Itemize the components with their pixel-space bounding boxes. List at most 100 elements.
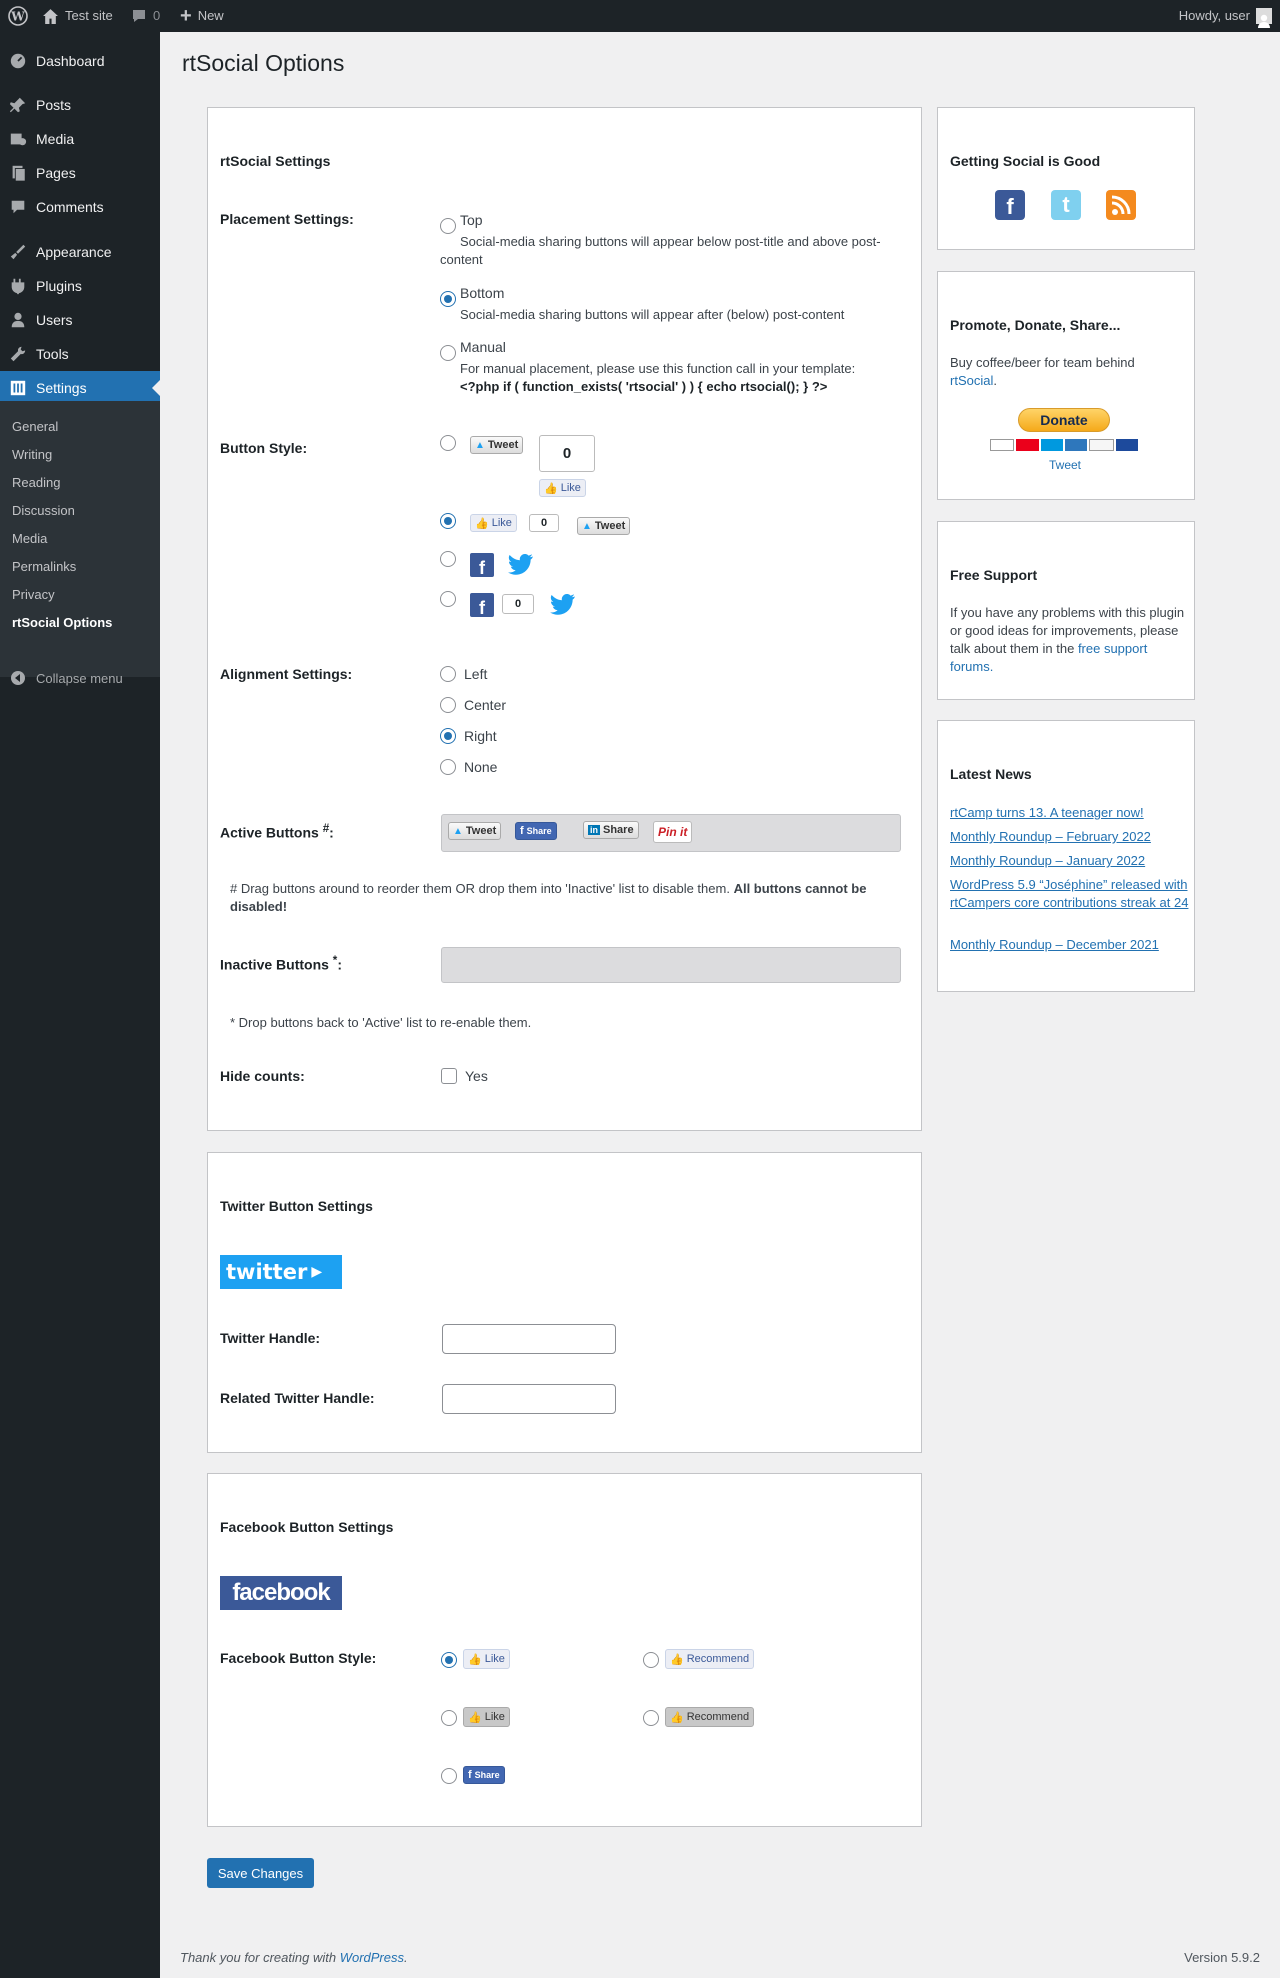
- menu-settings[interactable]: Settings: [0, 371, 160, 405]
- footer-thanks-text: Thank you for creating with: [180, 1950, 337, 1965]
- site-link[interactable]: Test site: [42, 0, 113, 32]
- placement-bottom-radio[interactable]: [440, 291, 456, 307]
- menu-label: Posts: [36, 97, 72, 113]
- facebook-square-icon: f: [470, 553, 494, 577]
- rtsocial-link[interactable]: rtSocial: [950, 373, 993, 388]
- new-content-link[interactable]: + New: [180, 0, 224, 32]
- placement-top-radio[interactable]: [440, 218, 456, 234]
- active-pinterest-button[interactable]: Pin it: [653, 821, 693, 843]
- button-style-1-radio[interactable]: [440, 435, 456, 451]
- active-facebook-share-button[interactable]: f Share: [515, 822, 557, 840]
- menu-appearance[interactable]: Appearance: [0, 235, 160, 269]
- thumbs-up-icon: 👍: [468, 1711, 482, 1724]
- active-tweet-button[interactable]: ▲ Tweet: [448, 822, 502, 840]
- donate-tweet-link[interactable]: Tweet: [1049, 458, 1081, 472]
- settings-icon: [0, 379, 36, 397]
- submenu-rtsocial-options[interactable]: rtSocial Options: [12, 615, 112, 630]
- related-handle-label: Related Twitter Handle:: [220, 1390, 375, 1406]
- rss-icon[interactable]: [1106, 190, 1136, 220]
- active-buttons-list[interactable]: ▲ Tweet f Share in Share Pin it: [441, 814, 901, 852]
- submenu-discussion[interactable]: Discussion: [12, 503, 75, 518]
- button-style-2-radio[interactable]: [440, 513, 456, 529]
- account-menu[interactable]: Howdy, user: [1179, 0, 1272, 32]
- fb-style-recommend-light-radio[interactable]: [643, 1652, 659, 1668]
- menu-label: Media: [36, 131, 75, 147]
- submenu-reading[interactable]: Reading: [12, 475, 60, 490]
- avatar: [1256, 8, 1272, 28]
- twitter-bird-icon: [508, 553, 534, 577]
- wordpress-link[interactable]: WordPress: [340, 1950, 404, 1965]
- facebook-icon[interactable]: f: [995, 190, 1025, 220]
- donate-heading: Promote, Donate, Share...: [950, 317, 1121, 333]
- align-none-radio[interactable]: [440, 759, 456, 775]
- submenu-general[interactable]: General: [12, 419, 58, 434]
- like-button-preview: 👍 Like: [539, 479, 586, 497]
- hide-counts-checkbox[interactable]: [441, 1068, 457, 1084]
- donate-button[interactable]: Donate: [1018, 408, 1110, 432]
- active-linkedin-share-button[interactable]: in Share: [583, 821, 639, 839]
- current-arrow: [152, 380, 160, 396]
- tweet-label: Tweet: [487, 439, 519, 451]
- menu-label: Plugins: [36, 278, 82, 294]
- fb-style-like-light-radio[interactable]: [441, 1652, 457, 1668]
- menu-posts[interactable]: Posts: [0, 88, 160, 122]
- menu-tools[interactable]: Tools: [0, 337, 160, 371]
- news-link[interactable]: Monthly Roundup – December 2021: [950, 936, 1195, 954]
- twitter-logo: twitter ▶: [220, 1255, 342, 1289]
- placement-manual-label: Manual: [460, 339, 506, 355]
- rtsocial-settings-box: rtSocial Settings Placement Settings: To…: [207, 107, 922, 1131]
- like-button-preview: 👍 Like: [470, 514, 517, 532]
- fb-like-light-preview: 👍 Like: [463, 1649, 510, 1669]
- collapse-icon: [0, 670, 36, 686]
- facebook-f-icon: f: [468, 1769, 472, 1781]
- fb-like-dark-preview: 👍 Like: [463, 1707, 510, 1727]
- news-link[interactable]: Monthly Roundup – February 2022: [950, 828, 1195, 846]
- align-left-radio[interactable]: [440, 666, 456, 682]
- inactive-note: * Drop buttons back to 'Active' list to …: [230, 1015, 532, 1030]
- pin-label: Pin it: [658, 825, 688, 839]
- related-handle-input[interactable]: [442, 1384, 616, 1414]
- pages-icon: [0, 164, 36, 182]
- menu-dashboard[interactable]: Dashboard: [0, 44, 160, 78]
- fb-style-recommend-dark-radio[interactable]: [643, 1710, 659, 1726]
- align-right-radio[interactable]: [440, 728, 456, 744]
- howdy-text: Howdy, user: [1178, 8, 1250, 23]
- news-link[interactable]: WordPress 5.9 “Joséphine” released with …: [950, 876, 1195, 912]
- submenu-media[interactable]: Media: [12, 531, 47, 546]
- hide-counts-yes: Yes: [465, 1068, 488, 1084]
- placement-top-desc: Social-media sharing buttons will appear…: [440, 234, 881, 267]
- twitter-icon[interactable]: t: [1051, 190, 1081, 220]
- home-icon: [43, 8, 58, 24]
- active-label-text: Active Buttons: [220, 824, 319, 841]
- inactive-buttons-list[interactable]: [441, 947, 901, 983]
- menu-pages[interactable]: Pages: [0, 156, 160, 190]
- submenu-writing[interactable]: Writing: [12, 447, 52, 462]
- comment-count: 0: [153, 8, 161, 23]
- placement-manual-radio[interactable]: [440, 345, 456, 361]
- settings-heading: rtSocial Settings: [220, 153, 331, 169]
- save-changes-button[interactable]: Save Changes: [207, 1858, 314, 1888]
- wordpress-logo-icon[interactable]: W: [8, 0, 28, 32]
- collapse-menu-button[interactable]: Collapse menu: [0, 661, 160, 695]
- twitter-handle-input[interactable]: [442, 1324, 616, 1354]
- news-link[interactable]: rtCamp turns 13. A teenager now!: [950, 804, 1195, 822]
- menu-plugins[interactable]: Plugins: [0, 269, 160, 303]
- fb-style-like-dark-radio[interactable]: [441, 1710, 457, 1726]
- menu-users[interactable]: Users: [0, 303, 160, 337]
- fb-recommend-dark-preview: 👍 Recommend: [665, 1707, 755, 1727]
- button-style-4-radio[interactable]: [440, 591, 456, 607]
- fb-style-share-radio[interactable]: [441, 1768, 457, 1784]
- big-count-box: 0: [539, 435, 595, 472]
- hide-counts-label: Hide counts:: [220, 1068, 305, 1084]
- comments-link[interactable]: 0: [131, 0, 160, 32]
- submenu-permalinks[interactable]: Permalinks: [12, 559, 76, 574]
- collapse-label: Collapse menu: [36, 670, 123, 686]
- align-center-radio[interactable]: [440, 697, 456, 713]
- menu-media[interactable]: Media: [0, 122, 160, 156]
- menu-comments[interactable]: Comments: [0, 190, 160, 224]
- twitter-settings-box: Twitter Button Settings twitter ▶ Twitter…: [207, 1152, 922, 1453]
- news-link[interactable]: Monthly Roundup – January 2022: [950, 852, 1195, 870]
- twitter-handle-label: Twitter Handle:: [220, 1330, 321, 1346]
- submenu-privacy[interactable]: Privacy: [12, 587, 55, 602]
- button-style-3-radio[interactable]: [440, 551, 456, 567]
